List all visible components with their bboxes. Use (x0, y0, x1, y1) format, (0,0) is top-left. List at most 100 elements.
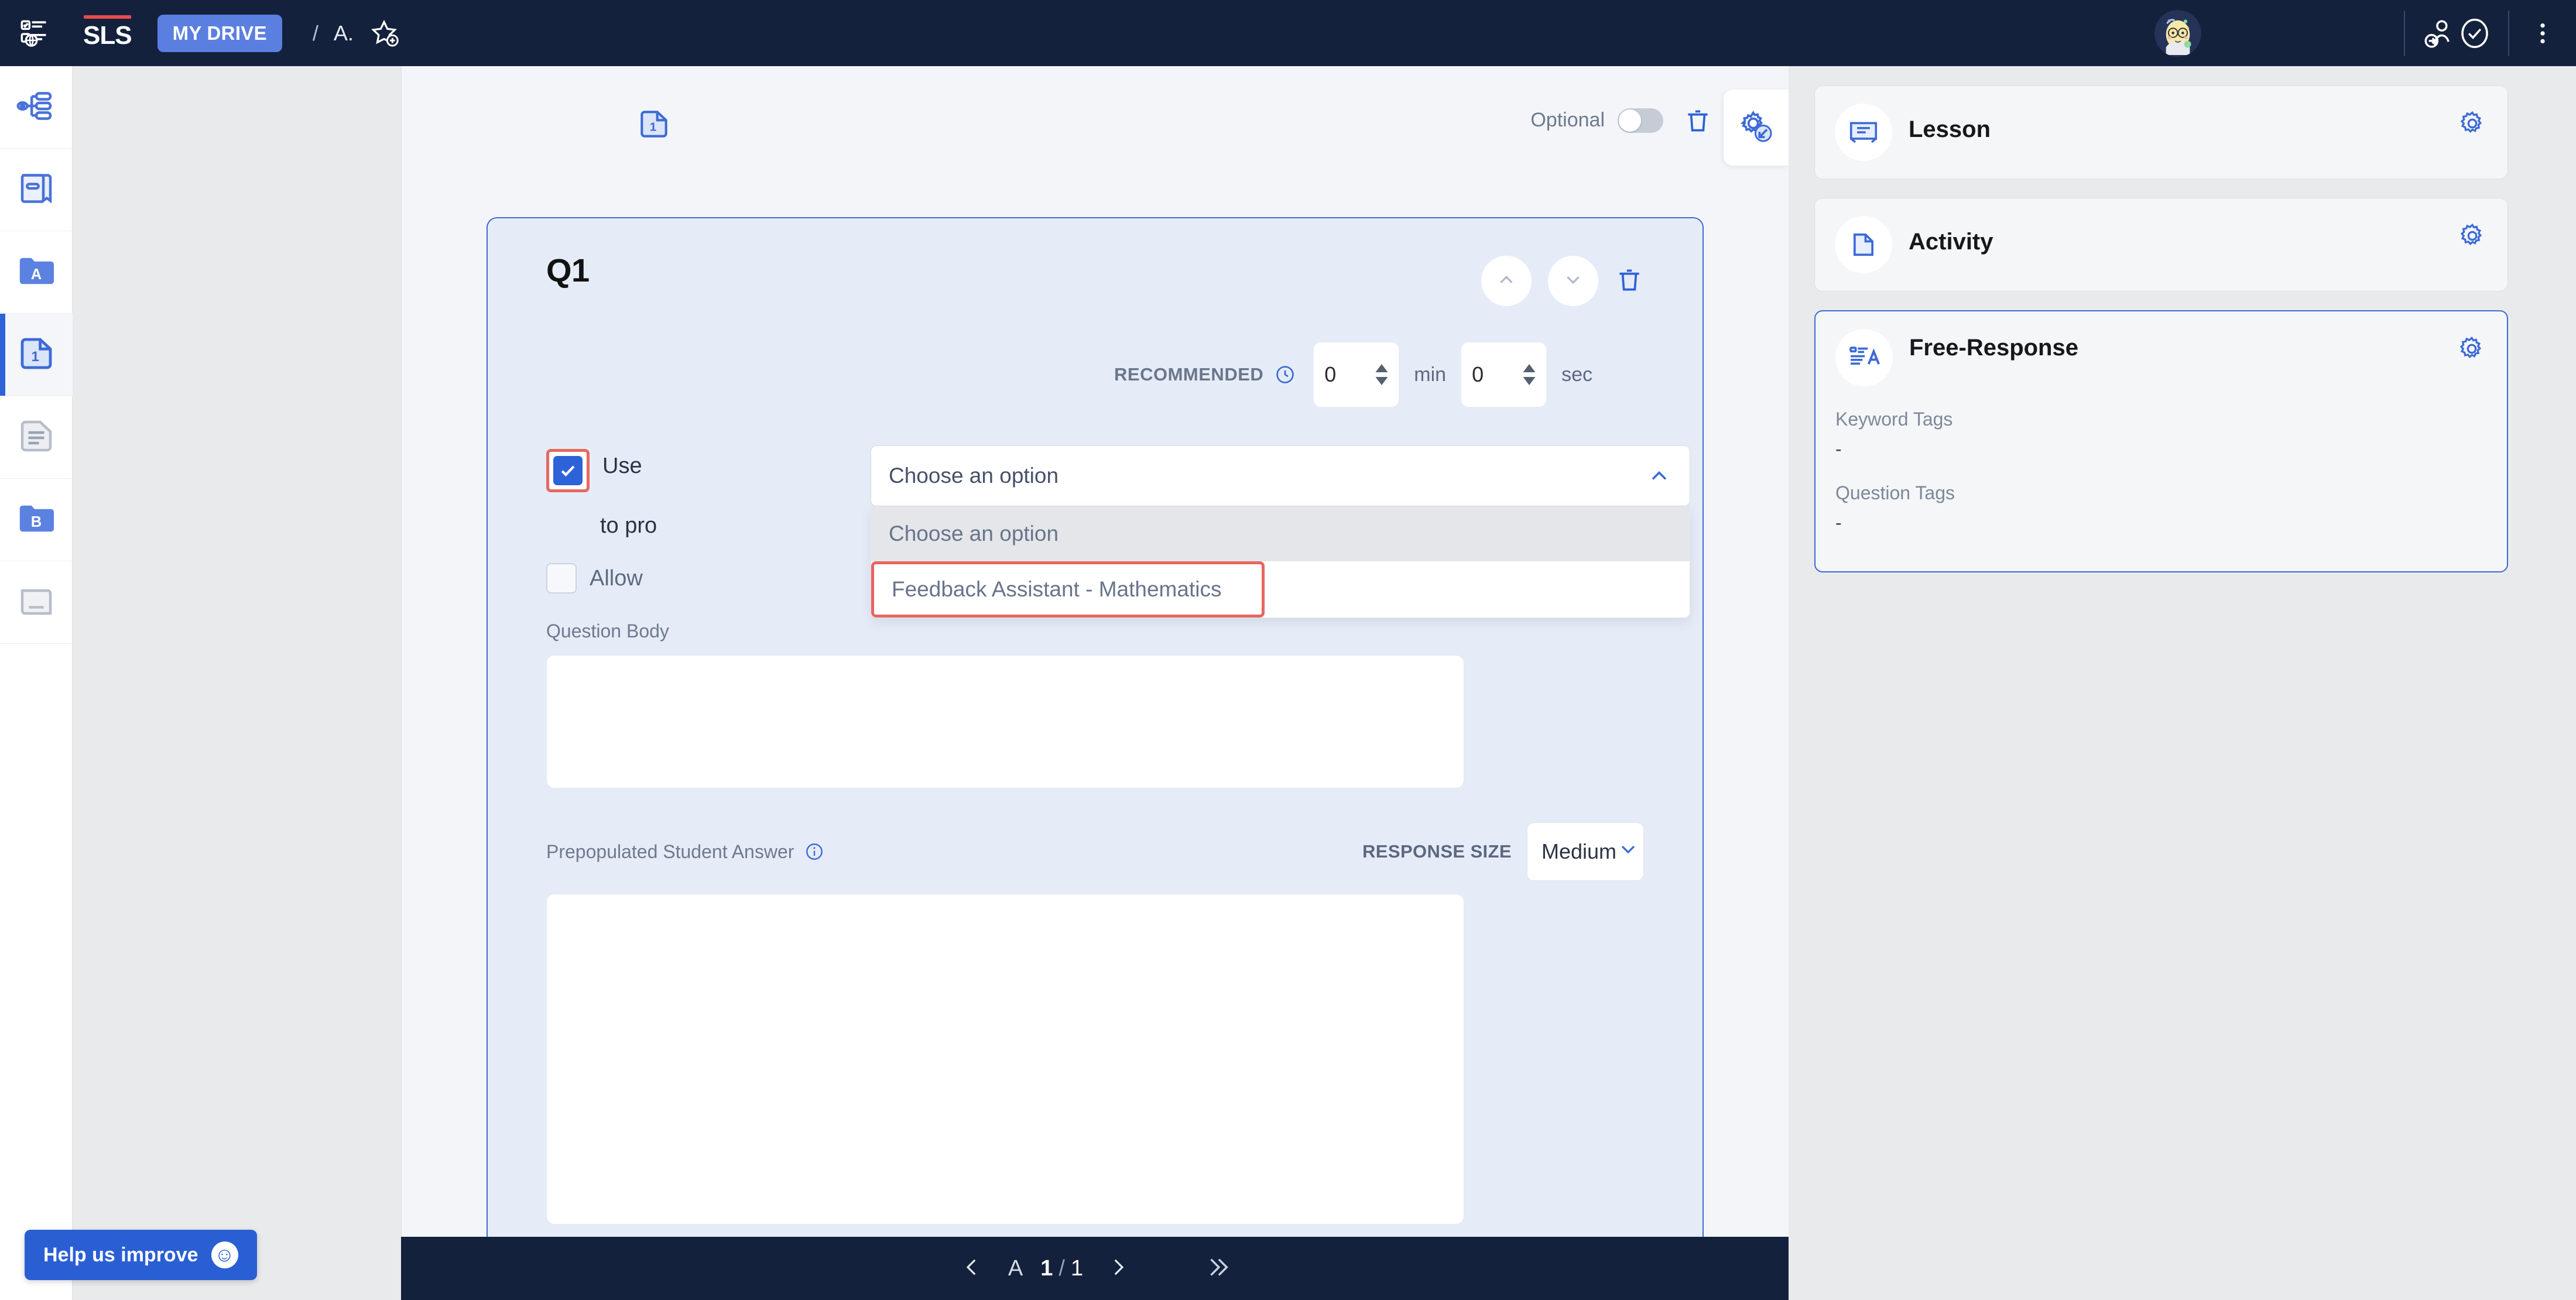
breadcrumb-separator: / (312, 20, 318, 45)
smiley-icon: ☺ (211, 1241, 238, 1268)
allow-label: Allow (590, 565, 643, 591)
collapse-settings-button[interactable] (1724, 90, 1789, 166)
my-drive-button[interactable]: MY DRIVE (157, 14, 282, 52)
question-card: Q1 RECOMMENDED 0 min 0 sec Use Choose an… (487, 217, 1704, 1300)
recommended-time-row: RECOMMENDED min (546, 342, 1644, 407)
sidebar-item-blank-page[interactable] (0, 561, 73, 644)
avatar[interactable] (2154, 9, 2201, 57)
response-size-label: RESPONSE SIZE (1362, 841, 1512, 862)
minutes-arrows[interactable] (1375, 364, 1388, 385)
seconds-input[interactable] (1472, 362, 1513, 387)
sidebar-item-notebook[interactable] (0, 149, 73, 231)
activity-card-header: Activity (1835, 216, 2488, 273)
response-size-select[interactable]: Medium (1527, 822, 1644, 881)
help-us-improve-button[interactable]: Help us improve ☺ (25, 1230, 257, 1280)
sls-logo[interactable]: SLS (83, 15, 132, 50)
question-tags-label: Question Tags (1835, 482, 1955, 503)
use-label: Use (602, 454, 642, 478)
sidebar-item-text-page[interactable] (0, 396, 73, 479)
use-checkbox-highlight (546, 449, 590, 492)
application-window: SLS MY DRIVE / A. A 1 B 1 Optional Q1 RE… (0, 0, 2576, 1300)
canvas-toolbar: 1 Optional (402, 66, 1789, 174)
more-vertical-icon[interactable] (2524, 15, 2561, 52)
svg-text:A: A (31, 266, 42, 282)
folder-b-icon: B (15, 498, 57, 543)
chevron-down-icon (1562, 269, 1584, 294)
gear-icon[interactable] (2457, 334, 2487, 367)
sidebar-item-section-a[interactable]: A (0, 231, 73, 314)
minutes-input[interactable] (1324, 362, 1366, 387)
lesson-card-header: Lesson (1835, 104, 2488, 161)
panel-card-activity[interactable]: Activity (1814, 198, 2508, 291)
sidebar-item-section-b[interactable]: B (0, 479, 73, 561)
lesson-board-icon (1835, 104, 1892, 161)
breadcrumb-item[interactable]: A. (334, 21, 354, 46)
main-canvas: 1 Optional Q1 RECOMMENDED 0 min 0 sec Us… (401, 66, 1789, 1300)
last-page-button[interactable] (1191, 1241, 1245, 1295)
chevron-double-right-icon (1204, 1254, 1231, 1284)
section-label[interactable]: A (1008, 1256, 1023, 1281)
page-1-icon: 1 (15, 332, 57, 378)
free-response-card-header: Free-Response (1835, 329, 2487, 386)
panel-card-lesson[interactable]: Lesson (1814, 85, 2508, 179)
seconds-arrows[interactable] (1523, 364, 1536, 385)
chevron-up-icon[interactable] (1646, 463, 1672, 489)
pagination-group: A 1/1 (945, 1241, 1245, 1295)
bottom-pagination-bar: A 1/1 (401, 1237, 1789, 1300)
next-page-button[interactable] (1091, 1241, 1145, 1295)
assistant-dropdown-menu: Choose an option Feedback Assistant - Ma… (871, 506, 1690, 618)
recommended-seconds-stepper[interactable] (1461, 342, 1547, 407)
move-question-up-button[interactable] (1481, 256, 1532, 306)
page-indicator: 1/1 (1040, 1256, 1083, 1281)
dropdown-option-feedback-assistant-mathematics[interactable]: Feedback Assistant - Mathematics (871, 561, 1265, 618)
right-panel: Lesson Activity Free-Response Keyword Ta… (1789, 66, 2576, 1300)
delete-question-button[interactable] (1615, 265, 1644, 297)
flow-overview-icon (15, 85, 57, 130)
free-response-card-title: Free-Response (1909, 335, 2078, 361)
info-icon[interactable] (804, 842, 824, 862)
optional-toggle[interactable] (1618, 108, 1663, 133)
question-header: Q1 (546, 251, 1644, 306)
assistant-dropdown-control[interactable]: Choose an option (871, 445, 1690, 506)
topbar-divider-1 (2404, 10, 2405, 56)
add-user-icon[interactable] (2420, 15, 2457, 52)
assistant-dropdown: Choose an option Choose an option Feedba… (871, 445, 1690, 618)
delete-page-button[interactable] (1683, 106, 1712, 135)
checklist-globe-icon[interactable] (16, 15, 53, 52)
star-add-icon[interactable] (369, 18, 399, 49)
assistant-dropdown-value: Choose an option (889, 464, 1059, 488)
allow-checkbox[interactable] (546, 563, 577, 594)
prepopulated-answer-row: Prepopulated Student Answer RESPONSE SIZ… (546, 822, 1644, 881)
prev-page-button[interactable] (945, 1241, 999, 1295)
svg-text:1: 1 (650, 120, 657, 133)
use-assistant-row: Use Choose an option Choose an option Fe… (546, 445, 1690, 618)
folder-a-icon: A (15, 250, 57, 295)
sidebar-item-page-1[interactable]: 1 (0, 314, 73, 396)
chevron-up-icon (1495, 269, 1517, 294)
page-title: Q1 (546, 252, 590, 289)
use-checkbox[interactable] (553, 456, 583, 485)
topbar-divider-2 (2508, 10, 2509, 56)
page-1-badge-icon: 1 (636, 106, 672, 145)
help-label: Help us improve (43, 1243, 198, 1266)
check-circle-icon[interactable] (2457, 15, 2493, 52)
question-body-input[interactable] (546, 655, 1464, 788)
topbar-left-group: SLS MY DRIVE / A. (0, 14, 399, 52)
gear-icon[interactable] (2457, 108, 2488, 142)
prepopulated-answer-input[interactable] (546, 894, 1464, 1224)
dropdown-option-choose[interactable]: Choose an option (871, 506, 1690, 561)
prepopulated-answer-label: Prepopulated Student Answer (546, 841, 794, 862)
recommended-minutes-stepper[interactable] (1314, 342, 1399, 407)
chevron-down-icon (1616, 838, 1640, 866)
gear-icon[interactable] (2457, 221, 2488, 254)
notebook-icon (15, 167, 57, 212)
sidebar-item-overview[interactable] (0, 66, 73, 149)
move-question-down-button[interactable] (1548, 256, 1598, 306)
left-rail: A 1 B (0, 0, 73, 1300)
panel-card-free-response[interactable]: Free-Response Keyword Tags - Question Ta… (1814, 310, 2508, 572)
recommended-label: RECOMMENDED (1114, 364, 1264, 385)
trash-icon (1615, 265, 1644, 297)
top-navigation-bar: SLS MY DRIVE / A. (0, 0, 2576, 66)
text-page-icon (15, 415, 57, 460)
keyword-tags-value: - (1835, 438, 1842, 459)
